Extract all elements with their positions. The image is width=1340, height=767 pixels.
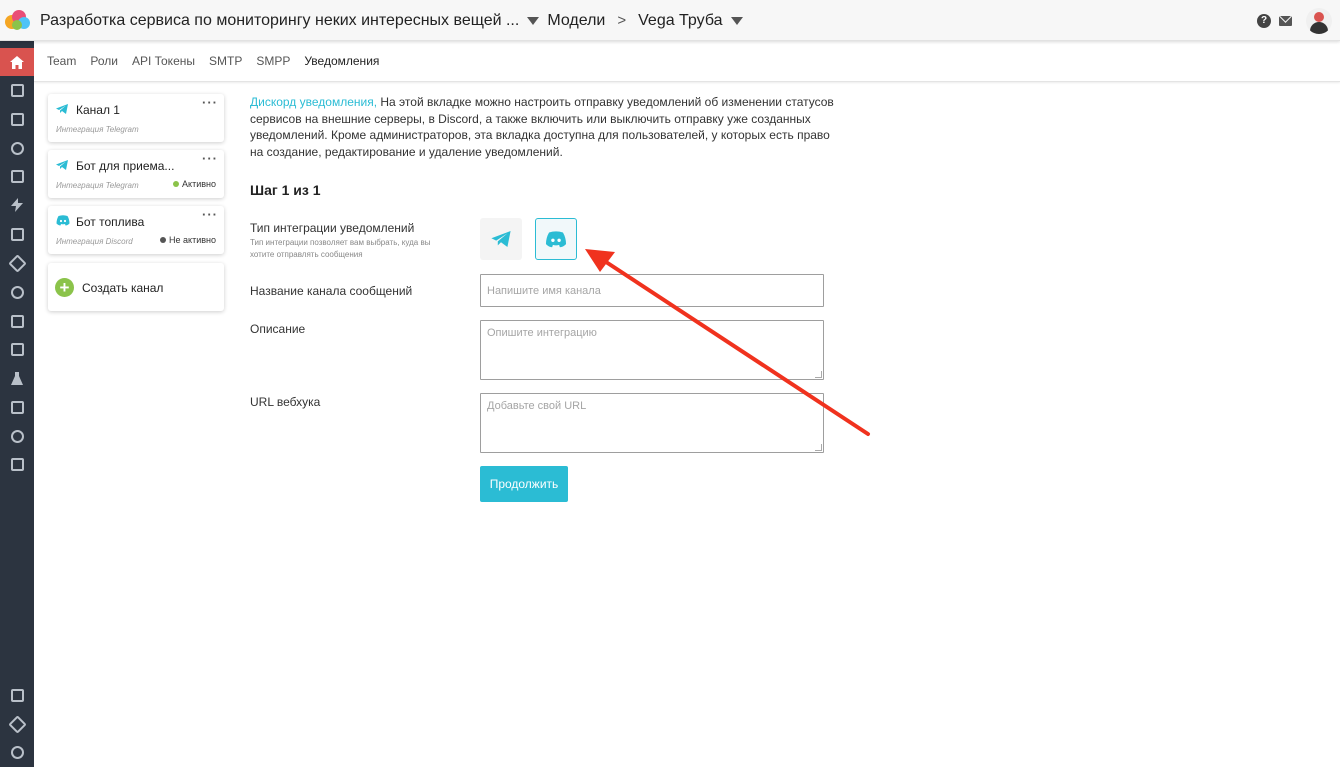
- breadcrumb-section[interactable]: Модели: [547, 12, 605, 30]
- status-badge: Активно: [173, 179, 216, 189]
- discord-icon: [545, 230, 567, 247]
- telegram-option-button[interactable]: [480, 218, 522, 260]
- avatar-body: [1310, 21, 1328, 34]
- description-label: Описание: [250, 322, 306, 336]
- chevron-right-icon: >: [617, 12, 627, 29]
- lightning-icon[interactable]: [0, 191, 34, 219]
- tab-api-tokens[interactable]: API Токены: [132, 54, 195, 68]
- tools-icon[interactable]: [0, 710, 34, 738]
- more-icon[interactable]: ···: [202, 95, 218, 110]
- discord-icon: [56, 215, 70, 226]
- avatar-head: [1314, 11, 1324, 22]
- channel-title: Канал 1: [76, 103, 120, 117]
- help-icon[interactable]: ?: [1257, 13, 1271, 28]
- status-label: Активно: [182, 179, 216, 189]
- channel-name-label: Название канала сообщений: [250, 284, 413, 298]
- telegram-icon: [56, 160, 68, 170]
- create-channel-button[interactable]: + Создать канал: [48, 263, 224, 311]
- tag-icon[interactable]: [0, 249, 34, 277]
- model-dropdown-icon[interactable]: [730, 16, 743, 25]
- info-icon[interactable]: [0, 738, 34, 766]
- avatar[interactable]: [1306, 7, 1332, 34]
- mail-icon[interactable]: [1279, 15, 1292, 26]
- webhook-url-label: URL вебхука: [250, 395, 321, 409]
- content-area: Канал 1 ··· Интеграция Telegram Бот для …: [34, 82, 1340, 767]
- status-badge: Не активно: [160, 235, 216, 245]
- left-sidebar: [0, 41, 34, 767]
- integration-type-label: Тип интеграции уведомлений: [250, 221, 415, 235]
- step-indicator: Шаг 1 из 1: [250, 182, 321, 198]
- channel-integration: Интеграция Telegram: [56, 125, 139, 134]
- device-icon[interactable]: [0, 105, 34, 133]
- breadcrumb: Разработка сервиса по мониторингу неких …: [40, 0, 751, 41]
- channel-title: Бот для приема...: [76, 159, 175, 173]
- channel-card[interactable]: Бот для приема... ··· Интеграция Telegra…: [48, 150, 224, 198]
- document-icon[interactable]: [0, 335, 34, 363]
- top-header: Разработка сервиса по мониторингу неких …: [0, 0, 1340, 41]
- dashboard-icon[interactable]: [0, 450, 34, 478]
- tab-roles[interactable]: Роли: [90, 54, 118, 68]
- resize-handle-icon[interactable]: [815, 444, 822, 451]
- webhook-url-textarea[interactable]: Добавьте свой URL: [480, 393, 824, 453]
- integration-type-hint: Тип интеграции позволяет вам выбрать, ку…: [250, 238, 431, 259]
- clipboard-icon[interactable]: [0, 220, 34, 248]
- tab-notifications[interactable]: Уведомления: [304, 54, 379, 68]
- settings-tabs: Team Роли API Токены SMTP SMPP Уведомлен…: [34, 41, 1340, 82]
- globe-icon[interactable]: [0, 278, 34, 306]
- status-dot-icon: [160, 237, 167, 243]
- discord-option-button[interactable]: [535, 218, 577, 260]
- branch-icon[interactable]: [0, 422, 34, 450]
- more-icon[interactable]: ···: [202, 151, 218, 166]
- notification-form-panel: Дискорд уведомления, На этой вкладке мож…: [250, 94, 850, 502]
- create-channel-label: Создать канал: [82, 281, 164, 295]
- tab-team[interactable]: Team: [47, 54, 76, 68]
- status-dot-icon: [173, 181, 180, 187]
- app-logo[interactable]: [4, 8, 32, 32]
- discord-notifications-link[interactable]: Дискорд уведомления,: [250, 95, 377, 109]
- table-icon[interactable]: [0, 393, 34, 421]
- code-icon[interactable]: [0, 162, 34, 190]
- description-textarea[interactable]: Опишите интеграцию: [480, 320, 824, 380]
- status-label: Не активно: [169, 235, 216, 245]
- admin-settings-icon[interactable]: [0, 681, 34, 709]
- channel-name-input[interactable]: Напишите имя канала: [480, 274, 824, 307]
- header-actions: ?: [1257, 0, 1332, 41]
- more-icon[interactable]: ···: [202, 207, 218, 222]
- channel-card[interactable]: Канал 1 ··· Интеграция Telegram: [48, 94, 224, 142]
- telegram-icon: [56, 104, 68, 114]
- channel-title: Бот топлива: [76, 215, 145, 229]
- webhook-url-placeholder: Добавьте свой URL: [487, 400, 587, 412]
- channel-card[interactable]: Бот топлива ··· Интеграция Discord Не ак…: [48, 206, 224, 254]
- project-dropdown-icon[interactable]: [527, 16, 540, 25]
- plus-icon: +: [55, 278, 74, 297]
- tab-smpp[interactable]: SMPP: [256, 54, 290, 68]
- continue-button[interactable]: Продолжить: [480, 466, 568, 502]
- tab-smtp[interactable]: SMTP: [209, 54, 242, 68]
- description-placeholder: Опишите интеграцию: [487, 327, 597, 339]
- channel-integration: Интеграция Discord: [56, 237, 133, 246]
- home-icon[interactable]: [0, 48, 34, 76]
- flask-icon[interactable]: [0, 364, 34, 392]
- hierarchy-icon[interactable]: [0, 134, 34, 162]
- cube-icon[interactable]: [0, 76, 34, 104]
- breadcrumb-project[interactable]: Разработка сервиса по мониторингу неких …: [40, 12, 519, 30]
- telegram-icon: [491, 231, 511, 247]
- channel-integration: Интеграция Telegram: [56, 181, 139, 190]
- resize-handle-icon[interactable]: [815, 371, 822, 378]
- breadcrumb-model[interactable]: Vega Труба: [638, 12, 722, 30]
- intro-text: Дискорд уведомления, На этой вкладке мож…: [250, 94, 840, 160]
- map-settings-icon[interactable]: [0, 307, 34, 335]
